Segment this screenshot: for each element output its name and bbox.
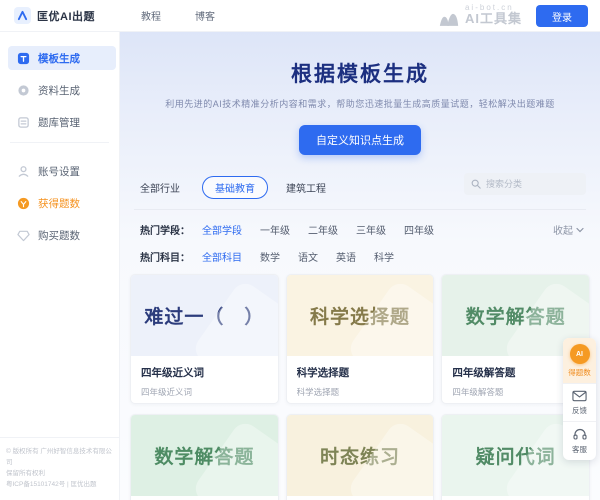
template-card[interactable]: 数学解答题 三年级解答题 [130, 414, 279, 500]
sidebar-item-purchase-count[interactable]: 购买题数 [8, 223, 116, 247]
template-icon [16, 51, 30, 65]
template-card[interactable]: 科学选择题 科学选择题 科学选择题 [286, 274, 435, 404]
tab-construction[interactable]: 建筑工程 [286, 180, 326, 195]
divider [134, 209, 586, 210]
header-nav: 教程 博客 [141, 8, 215, 23]
copyright-line: © 版权所有 广州好智信息技术有限公司 [6, 446, 114, 468]
feedback-label: 反馈 [572, 405, 587, 416]
card-subtitle: 科学选择题 [297, 386, 424, 398]
sidebar-item-account-settings[interactable]: 账号设置 [8, 159, 116, 183]
earned-count-label: 得题数 [568, 367, 591, 378]
template-card[interactable]: 难过一（ ） 四年级近义词 四年级近义词 [130, 274, 279, 404]
chevron-down-icon [576, 227, 584, 233]
template-card-grid: 难过一（ ） 四年级近义词 四年级近义词 科学选择题 科学选择题 科学选择题 数… [130, 274, 590, 500]
collapse-toggle[interactable]: 收起 [553, 222, 584, 237]
card-banner: 时态练习 [287, 415, 434, 496]
category-search[interactable] [464, 173, 586, 195]
sidebar-item-label: 购买题数 [38, 228, 80, 243]
tab-all-industries[interactable]: 全部行业 [140, 180, 180, 195]
sidebar-item-label: 账号设置 [38, 164, 80, 179]
sidebar-item-earned-count[interactable]: 获得题数 [8, 191, 116, 215]
floating-action-bar: AI 得题数 反馈 客服 [563, 338, 596, 460]
template-card[interactable]: 时态练习 三年级英语时态练习 [286, 414, 435, 500]
subject-option-all[interactable]: 全部科目 [202, 249, 242, 264]
support-label: 客服 [572, 444, 587, 455]
watermark-brand: AI工具集 [465, 12, 522, 27]
filter-subject-row: 热门科目： 全部科目 数学 语文 英语 科学 [120, 249, 600, 264]
earned-count-float-button[interactable]: AI 得题数 [563, 338, 596, 383]
page-title: 根据模板生成 [120, 58, 600, 88]
watermark: ai-bot.cn AI工具集 [438, 3, 522, 27]
card-banner: 科学选择题 [287, 275, 434, 356]
stage-option-grade4[interactable]: 四年级 [404, 222, 434, 237]
headset-icon [573, 428, 587, 441]
subject-option-science[interactable]: 科学 [374, 249, 394, 264]
stage-filter-label: 热门学段： [140, 222, 190, 237]
card-title: 科学选择题 [297, 365, 424, 380]
sidebar-item-material-generate[interactable]: 资料生成 [8, 78, 116, 102]
custom-knowledge-generate-button[interactable]: 自定义知识点生成 [299, 125, 421, 155]
filter-stage-row: 热门学段： 全部学段 一年级 二年级 三年级 四年级 收起 [120, 222, 600, 237]
main-content: 根据模板生成 利用先进的AI技术精准分析内容和需求，帮助您迅速批量生成高质量试题… [120, 32, 600, 500]
support-button[interactable]: 客服 [563, 421, 596, 460]
sidebar-item-template-generate[interactable]: 模板生成 [8, 46, 116, 70]
stage-option-grade2[interactable]: 二年级 [308, 222, 338, 237]
card-subtitle: 四年级解答题 [452, 386, 579, 398]
industry-tabs: 全部行业 基础教育 建筑工程 [120, 176, 600, 199]
card-title: 四年级近义词 [141, 365, 268, 380]
account-icon [16, 164, 30, 178]
search-input[interactable] [486, 179, 576, 189]
sidebar-item-label: 获得题数 [38, 196, 80, 211]
nav-blog[interactable]: 博客 [195, 8, 215, 23]
stage-option-all[interactable]: 全部学段 [202, 222, 242, 237]
card-subtitle: 四年级近义词 [141, 386, 268, 398]
tab-basic-education[interactable]: 基础教育 [202, 176, 268, 199]
stage-option-grade3[interactable]: 三年级 [356, 222, 386, 237]
envelope-icon [572, 390, 587, 402]
earned-count-icon [16, 196, 30, 210]
subject-option-math[interactable]: 数学 [260, 249, 280, 264]
app-title: 匡优AI出题 [37, 8, 95, 24]
logo-icon [14, 7, 31, 24]
sidebar-divider [10, 142, 109, 143]
nav-tutorial[interactable]: 教程 [141, 8, 161, 23]
subject-filter-label: 热门科目： [140, 249, 190, 264]
search-icon [471, 179, 481, 189]
stage-option-grade1[interactable]: 一年级 [260, 222, 290, 237]
page: 匡优AI出题 教程 博客 ai-bot.cn AI工具集 登录 模板生成 [0, 0, 600, 500]
sidebar: 模板生成 资料生成 题库管理 账号设置 [0, 32, 120, 500]
purchase-icon [16, 228, 30, 242]
paw-logo-icon [438, 11, 460, 27]
feedback-button[interactable]: 反馈 [563, 383, 596, 421]
page-subtitle: 利用先进的AI技术精准分析内容和需求，帮助您迅速批量生成高质量试题，轻松解决出题… [120, 97, 600, 110]
card-title: 四年级解答题 [452, 365, 579, 380]
app-logo[interactable]: 匡优AI出题 [0, 7, 95, 24]
material-icon [16, 83, 30, 97]
ai-coin-icon: AI [570, 344, 590, 364]
subject-option-english[interactable]: 英语 [336, 249, 356, 264]
login-button[interactable]: 登录 [536, 5, 588, 27]
sidebar-item-label: 题库管理 [38, 115, 80, 130]
card-banner: 难过一（ ） [131, 275, 278, 356]
subject-option-chinese[interactable]: 语文 [298, 249, 318, 264]
collapse-label: 收起 [553, 222, 573, 237]
icp-line: 粤ICP备15101742号 | 匡优出题 [6, 479, 114, 490]
sidebar-item-label: 模板生成 [38, 51, 80, 66]
top-header: 匡优AI出题 教程 博客 ai-bot.cn AI工具集 登录 [0, 0, 600, 32]
sidebar-item-question-bank[interactable]: 题库管理 [8, 110, 116, 134]
question-bank-icon [16, 115, 30, 129]
card-banner: 数学解答题 [131, 415, 278, 496]
copyright-footer: © 版权所有 广州好智信息技术有限公司 保留所有权利 粤ICP备15101742… [0, 437, 120, 490]
sidebar-item-label: 资料生成 [38, 83, 80, 98]
copyright-line: 保留所有权利 [6, 468, 114, 479]
